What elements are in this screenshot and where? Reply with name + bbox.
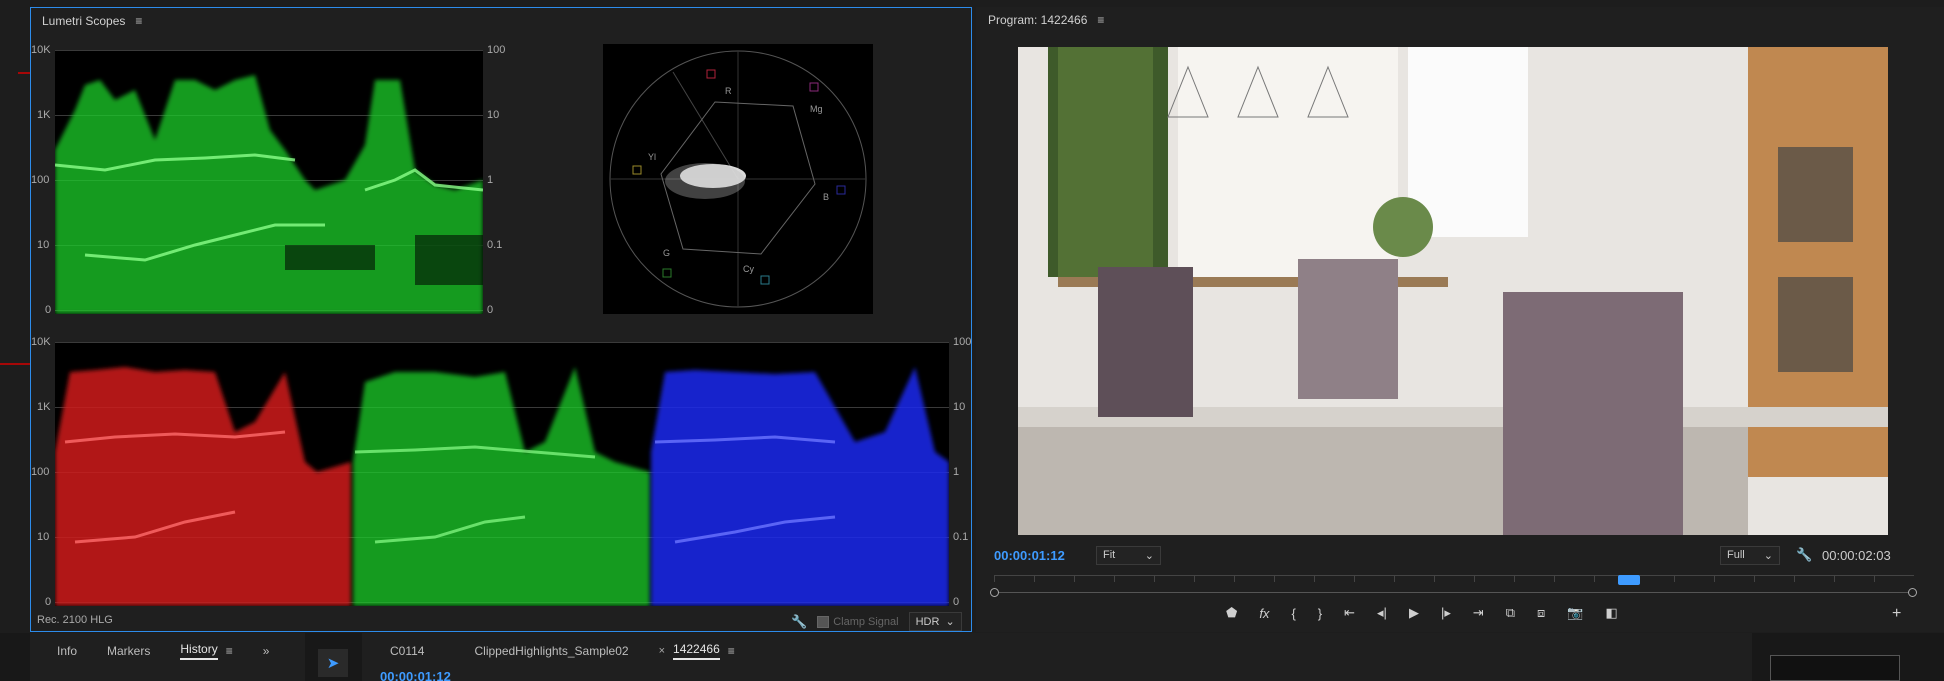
hamburger-menu-icon[interactable]: ≡	[1097, 13, 1104, 27]
hamburger-menu-icon[interactable]: ≡	[135, 14, 142, 28]
step-forward-icon[interactable]: |▸	[1441, 605, 1451, 621]
wave-right-label: 0.1	[487, 239, 503, 251]
panel-overflow-button[interactable]: »	[263, 644, 270, 658]
out-point-handle[interactable]	[1908, 588, 1917, 597]
luma-waveform-scope: 10K 1K 100 10 0 100 10 1 0.1 0	[31, 44, 505, 316]
fx-icon[interactable]: fx	[1259, 606, 1269, 621]
panel-title: Lumetri Scopes	[42, 14, 126, 28]
mark-in-icon[interactable]: {	[1291, 606, 1295, 621]
parade-right-label: 10	[953, 401, 966, 413]
parade-left-label: 0	[45, 596, 52, 608]
playhead[interactable]	[1617, 575, 1640, 585]
fit-dropdown[interactable]: Fit ⌄	[1096, 546, 1161, 565]
room-scene-image	[1018, 47, 1888, 535]
extract-icon[interactable]: ⧈	[1537, 605, 1545, 621]
chevron-down-icon: ⌄	[945, 616, 955, 628]
chevron-down-icon: ⌄	[1144, 550, 1154, 562]
wrench-icon[interactable]: 🔧	[791, 614, 807, 630]
parade-left-label: 1K	[37, 401, 51, 413]
wave-left-label: 0	[45, 304, 52, 316]
program-title: Program: 1422466	[988, 13, 1088, 27]
sequence-tab-clippedhighlights[interactable]: ClippedHighlights_Sample02	[474, 644, 628, 658]
parade-left-label: 10K	[31, 336, 51, 348]
chevron-down-icon: ⌄	[1763, 550, 1773, 562]
parade-left-label: 10	[37, 531, 50, 543]
timeline-scrubber[interactable]	[990, 570, 1917, 600]
vector-label-b: B	[823, 192, 829, 202]
add-button-icon[interactable]: +	[1892, 605, 1901, 623]
wave-right-label: 0	[487, 304, 494, 316]
vector-label-r: R	[725, 86, 732, 96]
wave-right-label: 1	[487, 174, 494, 186]
bottom-panels: Info Markers History ≡ » ➤ C0114 Clipped…	[0, 633, 1944, 681]
hamburger-menu-icon[interactable]: ≡	[226, 644, 233, 658]
vectorscope: R Mg B Cy G Yl	[603, 44, 873, 314]
program-monitor-panel: Program: 1422466 ≡ 00:00:01:12 Fit ⌄ Ful…	[976, 7, 1944, 632]
parade-right-label: 100	[953, 336, 972, 348]
wave-left-label: 100	[31, 174, 50, 186]
duration-timecode: 00:00:02:03	[1822, 548, 1891, 563]
clamp-signal-checkbox[interactable]	[817, 615, 830, 628]
tab-markers[interactable]: Markers	[107, 644, 150, 658]
parade-left-label: 100	[31, 466, 50, 478]
video-frame[interactable]	[1018, 47, 1888, 535]
lift-icon[interactable]: ⧉	[1506, 605, 1515, 621]
hdr-dropdown[interactable]: HDR ⌄	[908, 612, 962, 631]
selection-arrow-icon: ➤	[326, 655, 340, 672]
step-back-icon[interactable]: ◂|	[1377, 605, 1387, 621]
parade-right-label: 1	[953, 466, 960, 478]
wave-right-label: 10	[487, 109, 500, 121]
in-point-handle[interactable]	[990, 588, 999, 597]
wave-left-label: 10	[37, 239, 50, 251]
sequence-tab-c0114[interactable]: C0114	[390, 644, 424, 658]
hamburger-menu-icon[interactable]: ≡	[728, 644, 735, 658]
lumetri-scopes-panel: Lumetri Scopes ≡ 10K 1K 100 10 0 100 10 …	[30, 7, 972, 632]
sequence-timecode: 00:00:01:12	[380, 669, 451, 681]
tab-history[interactable]: History	[180, 642, 218, 660]
tab-info[interactable]: Info	[57, 644, 77, 658]
wrench-icon[interactable]: 🔧	[1796, 547, 1812, 563]
vector-label-yl: Yl	[648, 152, 656, 162]
luma-trace	[55, 75, 483, 314]
resolution-dropdown-value: Full	[1727, 549, 1745, 561]
sequence-tab-1422466[interactable]: 1422466	[673, 642, 720, 660]
vector-label-mg: Mg	[810, 104, 823, 114]
play-icon[interactable]: ▶	[1409, 605, 1419, 621]
parade-traces	[55, 367, 949, 606]
mark-out-icon[interactable]: }	[1318, 606, 1322, 621]
scope-colorspace-label: Rec. 2100 HLG	[37, 614, 113, 626]
vector-label-g: G	[663, 248, 670, 258]
selection-tool-button[interactable]: ➤	[318, 649, 348, 677]
export-frame-icon[interactable]: 📷	[1567, 605, 1583, 621]
vectorscope-graph: R Mg B Cy G Yl	[609, 50, 867, 308]
parade-right-label: 0.1	[953, 531, 969, 543]
go-to-in-icon[interactable]: ⇤	[1344, 605, 1355, 621]
audio-meter-frame	[1770, 655, 1900, 681]
rgb-parade-scope: 10K 1K 100 10 0 100 10 1 0.1 0	[31, 336, 971, 608]
parade-right-label: 0	[953, 596, 960, 608]
clamp-signal-label: Clamp Signal	[833, 615, 899, 628]
current-timecode[interactable]: 00:00:01:12	[994, 548, 1065, 563]
fit-dropdown-value: Fit	[1103, 549, 1116, 561]
vector-label-cy: Cy	[743, 264, 754, 274]
comparison-view-icon[interactable]: ◧	[1606, 605, 1618, 621]
go-to-out-icon[interactable]: ⇥	[1473, 605, 1484, 621]
wave-left-label: 1K	[37, 109, 51, 121]
wave-right-label: 100	[487, 44, 506, 56]
wave-left-label: 10K	[31, 44, 51, 56]
add-marker-icon[interactable]: ⬟	[1226, 605, 1237, 621]
close-tab-icon[interactable]: ×	[659, 645, 665, 657]
resolution-dropdown[interactable]: Full ⌄	[1720, 546, 1780, 565]
hdr-dropdown-value: HDR	[915, 615, 940, 628]
